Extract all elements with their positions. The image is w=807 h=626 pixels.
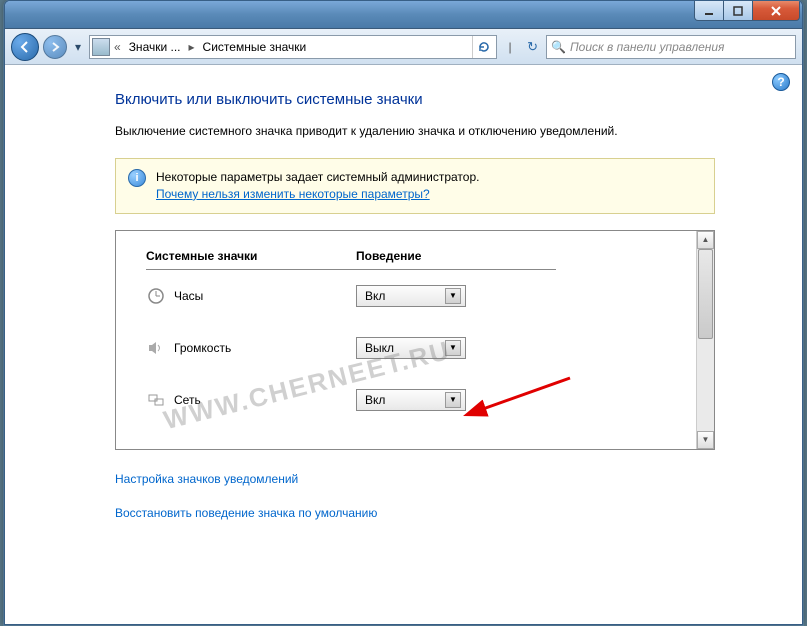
- admin-info-banner: i Некоторые параметры задает системный а…: [115, 158, 715, 214]
- table-row: Часы Вкл ▼: [146, 270, 682, 322]
- icons-table: Системные значки Поведение Часы Вкл ▼: [115, 230, 715, 450]
- nav-history-dropdown[interactable]: ▾: [71, 37, 85, 57]
- page-title: Включить или выключить системные значки: [115, 91, 762, 108]
- table-row: Сеть Вкл ▼: [146, 374, 682, 426]
- volume-icon: [146, 338, 174, 358]
- scroll-thumb[interactable]: [698, 249, 713, 339]
- scroll-down-button[interactable]: ▼: [697, 431, 714, 449]
- refresh-button[interactable]: [472, 36, 494, 58]
- breadcrumb-arrow-icon: ▸: [187, 40, 197, 54]
- info-icon: i: [128, 169, 146, 187]
- link-restore-defaults[interactable]: Восстановить поведение значка по умолчан…: [115, 506, 762, 520]
- column-header-icons: Системные значки: [146, 249, 356, 265]
- dropdown-arrow-icon: ▼: [445, 288, 461, 304]
- help-icon[interactable]: ?: [772, 73, 790, 91]
- breadcrumb-chevron-icon: «: [112, 40, 123, 54]
- column-header-behavior: Поведение: [356, 249, 556, 265]
- search-icon: 🔍: [551, 40, 566, 54]
- content-area: ? Включить или выключить системные значк…: [5, 65, 802, 624]
- dropdown-arrow-icon: ▼: [445, 392, 461, 408]
- nav-back-button[interactable]: [11, 33, 39, 61]
- titlebar: [5, 1, 802, 29]
- row-label-clock: Часы: [174, 289, 356, 303]
- select-volume[interactable]: Выкл ▼: [356, 337, 466, 359]
- control-panel-icon: [92, 38, 110, 56]
- select-network[interactable]: Вкл ▼: [356, 389, 466, 411]
- banner-link[interactable]: Почему нельзя изменить некоторые парамет…: [156, 187, 430, 201]
- banner-text: Некоторые параметры задает системный адм…: [156, 170, 479, 184]
- nav-forward-button[interactable]: [43, 35, 67, 59]
- search-placeholder: Поиск в панели управления: [570, 40, 725, 54]
- window-maximize-button[interactable]: [723, 1, 753, 21]
- vertical-scrollbar[interactable]: ▲ ▼: [696, 231, 714, 449]
- page-description: Выключение системного значка приводит к …: [115, 122, 675, 140]
- network-icon: [146, 390, 174, 410]
- row-label-volume: Громкость: [174, 341, 356, 355]
- row-label-network: Сеть: [174, 393, 356, 407]
- window-close-button[interactable]: [752, 1, 800, 21]
- window-minimize-button[interactable]: [694, 1, 724, 21]
- address-bar[interactable]: « Значки ... ▸ Системные значки: [89, 35, 497, 59]
- breadcrumb-part-1[interactable]: Значки ...: [125, 38, 185, 56]
- scroll-up-button[interactable]: ▲: [697, 231, 714, 249]
- scroll-track[interactable]: [697, 249, 714, 431]
- navbar: ▾ « Значки ... ▸ Системные значки | ↻ 🔍 …: [5, 29, 802, 65]
- refresh-icon-alt[interactable]: ↻: [527, 39, 538, 55]
- breadcrumb-part-2[interactable]: Системные значки: [199, 38, 311, 56]
- dropdown-arrow-icon: ▼: [445, 340, 461, 356]
- clock-icon: [146, 286, 174, 306]
- link-customize-icons[interactable]: Настройка значков уведомлений: [115, 472, 762, 486]
- search-input[interactable]: 🔍 Поиск в панели управления: [546, 35, 796, 59]
- select-clock[interactable]: Вкл ▼: [356, 285, 466, 307]
- table-row: Громкость Выкл ▼: [146, 322, 682, 374]
